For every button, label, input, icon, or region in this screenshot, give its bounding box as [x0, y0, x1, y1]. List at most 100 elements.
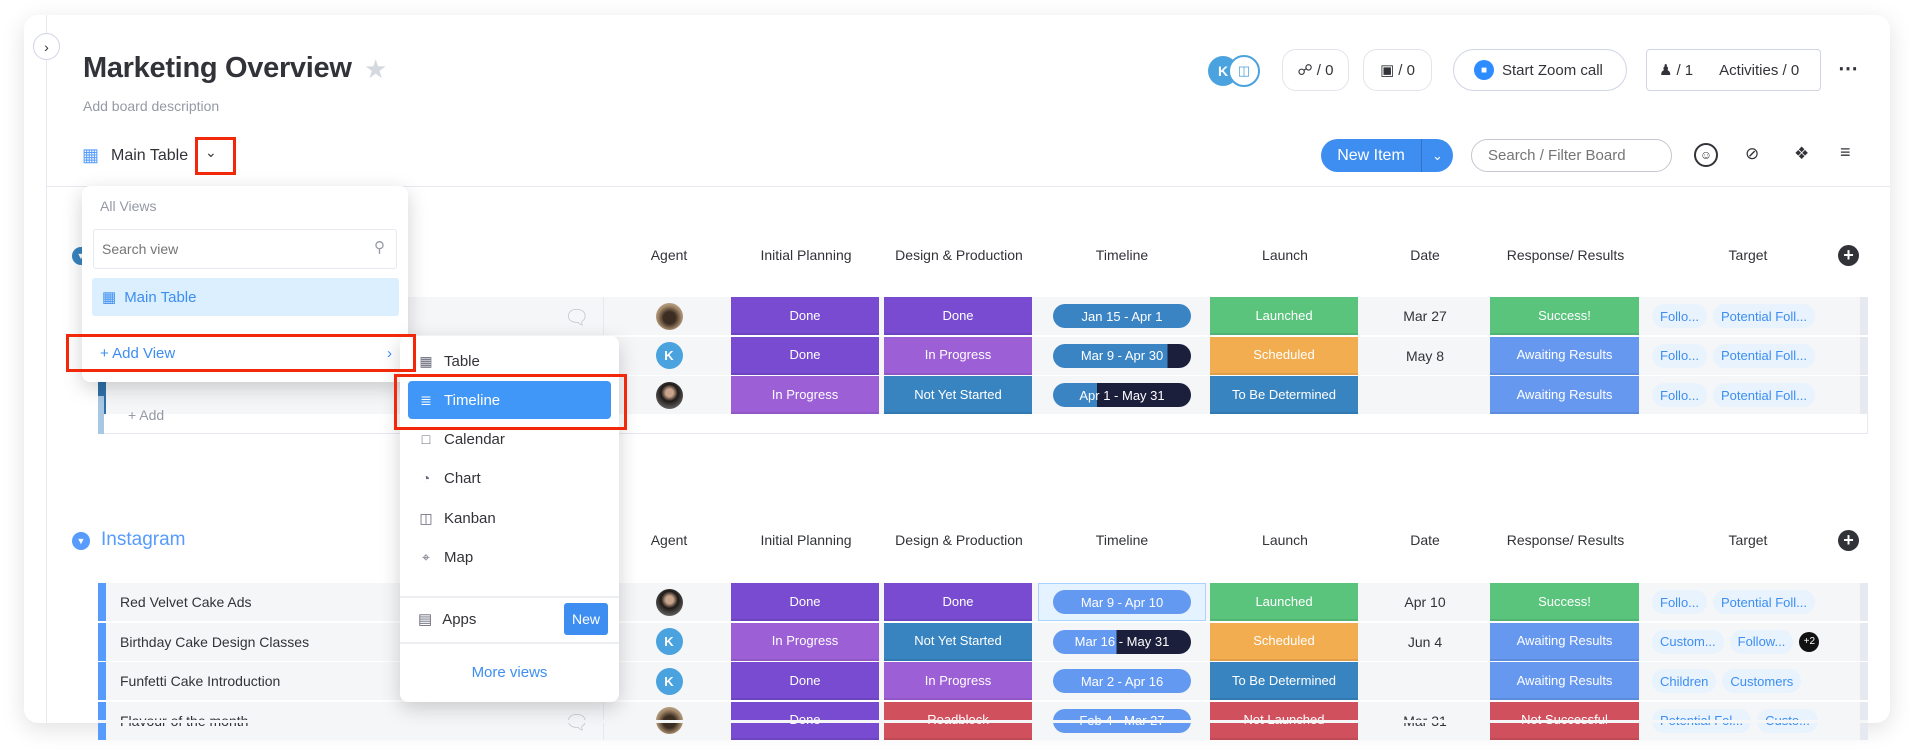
- activities-button[interactable]: Activities / 0: [1719, 62, 1799, 79]
- filter-icon[interactable]: ≡: [1840, 142, 1851, 163]
- status-cell-response[interactable]: Success!: [1490, 297, 1639, 335]
- group-collapse-icon[interactable]: ▼: [72, 532, 90, 550]
- agent-cell[interactable]: [604, 297, 734, 335]
- status-cell-launch[interactable]: To Be Determined: [1210, 662, 1358, 700]
- status-cell-design[interactable]: Done: [884, 583, 1032, 621]
- target-tag[interactable]: Children: [1652, 669, 1717, 693]
- more-tags-badge[interactable]: +2: [1799, 631, 1820, 652]
- timeline-cell[interactable]: Jan 15 - Apr 1: [1038, 297, 1206, 335]
- timeline-cell[interactable]: Mar 9 - Apr 10: [1038, 583, 1206, 621]
- status-cell-launch[interactable]: Launched: [1210, 297, 1358, 335]
- item-name[interactable]: Red Velvet Cake Ads: [120, 583, 252, 621]
- status-cell-initial[interactable]: Done: [731, 662, 879, 700]
- status-cell-launch[interactable]: Scheduled: [1210, 336, 1358, 375]
- comment-icon[interactable]: 🗨: [564, 305, 589, 330]
- avatar[interactable]: [655, 588, 683, 616]
- table-row[interactable]: Birthday Cake Design Classes🗨KIn Progres…: [98, 622, 1868, 661]
- target-tag[interactable]: Follo...: [1652, 590, 1708, 614]
- date-cell[interactable]: [1362, 662, 1488, 700]
- column-header[interactable]: Design & Production: [884, 247, 1034, 263]
- avatar[interactable]: K: [655, 628, 683, 655]
- board-description[interactable]: Add board description: [83, 98, 219, 114]
- target-tag[interactable]: Customers: [1722, 669, 1802, 693]
- search-view-input[interactable]: [93, 229, 397, 269]
- target-tag[interactable]: Follo...: [1652, 343, 1708, 368]
- target-tag[interactable]: Potential Foll...: [1713, 304, 1816, 328]
- add-item-row[interactable]: + Add: [98, 396, 1868, 434]
- target-tag[interactable]: Custom...: [1652, 629, 1724, 654]
- integrations-button[interactable]: ☍/ 0: [1282, 49, 1349, 91]
- column-header[interactable]: Date: [1362, 532, 1488, 548]
- add-view-button[interactable]: + Add View ›: [82, 334, 408, 372]
- status-cell-response[interactable]: Success!: [1490, 583, 1639, 621]
- timeline-pill[interactable]: Mar 9 - Apr 30: [1053, 343, 1191, 368]
- table-row[interactable]: Red Velvet Cake Ads🗨DoneDoneMar 9 - Apr …: [98, 583, 1868, 621]
- agent-cell[interactable]: K: [604, 662, 734, 700]
- status-cell-initial[interactable]: Done: [731, 583, 879, 621]
- search-filter-input[interactable]: [1471, 139, 1672, 172]
- timeline-pill[interactable]: Mar 16 - May 31: [1053, 629, 1191, 654]
- column-header[interactable]: Date: [1362, 247, 1488, 263]
- more-options-icon[interactable]: ⋯: [1838, 56, 1858, 81]
- status-cell-launch[interactable]: Launched: [1210, 583, 1358, 621]
- column-header[interactable]: Initial Planning: [731, 247, 881, 263]
- menu-item-calendar[interactable]: □ Calendar: [408, 420, 611, 458]
- timeline-cell[interactable]: Mar 16 - May 31: [1038, 623, 1206, 661]
- add-column-icon[interactable]: +: [1838, 245, 1859, 266]
- menu-item-table[interactable]: ▦ Table: [408, 342, 611, 380]
- status-cell-initial[interactable]: In Progress: [731, 622, 879, 661]
- viewers-icon[interactable]: ◫: [1228, 55, 1260, 87]
- target-cell[interactable]: Children Customers: [1652, 662, 1872, 700]
- view-item-main-table[interactable]: ▦ Main Table: [92, 278, 399, 316]
- column-header[interactable]: Target: [1648, 532, 1848, 548]
- more-views-link[interactable]: More views: [400, 664, 619, 681]
- timeline-pill[interactable]: Mar 2 - Apr 16: [1053, 669, 1191, 693]
- add-column-icon[interactable]: +: [1838, 530, 1859, 551]
- timeline-cell[interactable]: Mar 9 - Apr 30: [1038, 337, 1206, 375]
- start-zoom-call-button[interactable]: ■ Start Zoom call: [1453, 49, 1627, 91]
- star-icon[interactable]: ★: [364, 54, 387, 85]
- agent-cell[interactable]: K: [604, 623, 734, 661]
- date-cell[interactable]: Jun 4: [1362, 623, 1488, 661]
- expand-sidebar-button[interactable]: ›: [33, 33, 60, 60]
- status-cell-design[interactable]: In Progress: [884, 336, 1032, 375]
- hide-icon[interactable]: ⊘: [1745, 144, 1759, 164]
- status-cell-launch[interactable]: Scheduled: [1210, 622, 1358, 661]
- date-cell[interactable]: Mar 27: [1362, 297, 1488, 335]
- target-tag[interactable]: Potential Foll...: [1713, 590, 1816, 614]
- item-name[interactable]: Funfetti Cake Introduction: [120, 662, 280, 700]
- target-tag[interactable]: Follow...: [1729, 629, 1794, 654]
- group-title[interactable]: Instagram: [101, 529, 185, 551]
- column-header[interactable]: Response/ Results: [1490, 532, 1641, 548]
- status-cell-design[interactable]: Done: [884, 297, 1032, 335]
- new-item-dropdown-icon[interactable]: ⌄: [1421, 139, 1453, 172]
- column-header[interactable]: Launch: [1210, 247, 1360, 263]
- column-header[interactable]: Target: [1648, 247, 1848, 263]
- target-tag[interactable]: Potential Foll...: [1713, 343, 1816, 368]
- item-name[interactable]: Birthday Cake Design Classes: [120, 623, 309, 661]
- status-cell-initial[interactable]: Done: [731, 297, 879, 335]
- page-title[interactable]: Marketing Overview: [83, 52, 352, 85]
- person-filter-icon[interactable]: ☺: [1694, 143, 1718, 167]
- column-header[interactable]: Initial Planning: [731, 532, 881, 548]
- members-activities-box[interactable]: ♟/ 1 Activities / 0: [1646, 49, 1821, 91]
- agent-cell[interactable]: K: [604, 337, 734, 375]
- view-selector-label[interactable]: Main Table: [111, 147, 188, 165]
- automations-button[interactable]: ▣/ 0: [1363, 49, 1432, 91]
- column-header[interactable]: Timeline: [1038, 532, 1206, 548]
- avatar[interactable]: [655, 302, 683, 330]
- status-cell-response[interactable]: Awaiting Results: [1490, 662, 1639, 700]
- date-cell[interactable]: May 8: [1362, 337, 1488, 375]
- timeline-pill[interactable]: Jan 15 - Apr 1: [1053, 304, 1191, 328]
- column-header[interactable]: Timeline: [1038, 247, 1206, 263]
- target-cell[interactable]: Custom... Follow... +2: [1652, 623, 1872, 661]
- status-cell-design[interactable]: In Progress: [884, 662, 1032, 700]
- status-cell-response[interactable]: Awaiting Results: [1490, 336, 1639, 375]
- menu-item-chart[interactable]: ◔ Chart: [408, 459, 611, 497]
- date-cell[interactable]: Apr 10: [1362, 583, 1488, 621]
- target-tag[interactable]: Follo...: [1652, 304, 1708, 328]
- target-cell[interactable]: Follo... Potential Foll...: [1652, 297, 1872, 335]
- status-cell-response[interactable]: Awaiting Results: [1490, 622, 1639, 661]
- menu-item-timeline[interactable]: ≣ Timeline: [408, 381, 611, 419]
- avatar[interactable]: K: [655, 342, 683, 369]
